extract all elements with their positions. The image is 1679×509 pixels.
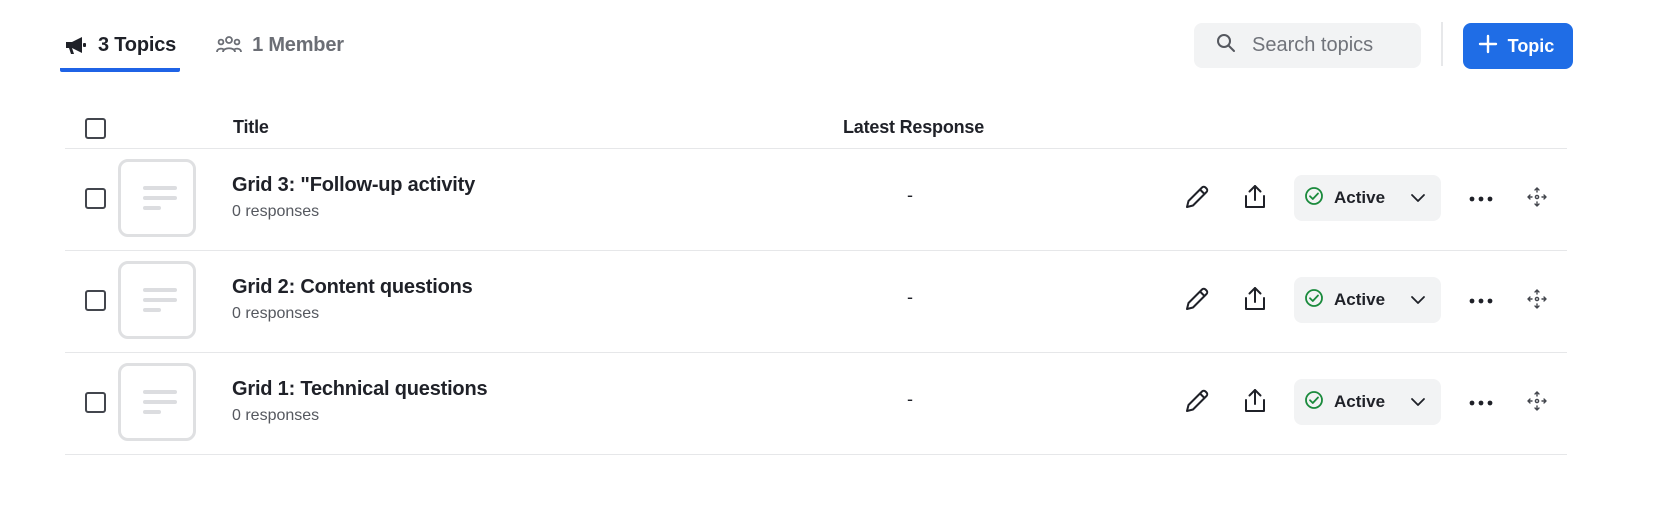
topic-thumbnail xyxy=(118,363,196,441)
tab-members[interactable]: 1 Member xyxy=(212,22,348,68)
more-options-button[interactable] xyxy=(1465,285,1497,317)
response-count: 0 responses xyxy=(232,305,320,322)
share-icon xyxy=(1241,285,1269,318)
chevron-down-icon xyxy=(1409,291,1427,314)
megaphone-icon xyxy=(64,35,88,55)
topic-title[interactable]: Grid 3: "Follow-up activity xyxy=(232,174,475,197)
pencil-icon xyxy=(1183,285,1211,318)
tab-topics[interactable]: 3 Topics xyxy=(60,22,181,72)
edit-button[interactable] xyxy=(1181,387,1213,419)
plus-icon xyxy=(1478,34,1498,59)
table-row[interactable]: Grid 3: "Follow-up activity 0 responses … xyxy=(65,149,1567,251)
status-label: Active xyxy=(1334,290,1386,309)
share-button[interactable] xyxy=(1239,387,1271,419)
check-circle-icon xyxy=(1304,186,1324,211)
tab-topics-label: 3 Topics xyxy=(98,33,177,56)
move-icon xyxy=(1527,186,1547,212)
latest-response: - xyxy=(907,287,913,307)
search-input[interactable] xyxy=(1250,33,1414,58)
ellipsis-icon xyxy=(1469,292,1493,310)
response-count: 0 responses xyxy=(232,203,320,220)
move-icon xyxy=(1527,390,1547,416)
ellipsis-icon xyxy=(1469,394,1493,412)
topic-tabs: 3 Topics 1 Member xyxy=(60,22,348,72)
drag-handle[interactable] xyxy=(1521,387,1553,419)
add-topic-label: Topic xyxy=(1507,35,1555,56)
topic-thumbnail xyxy=(118,261,196,339)
latest-response: - xyxy=(907,389,913,409)
table-header: Title Latest Response xyxy=(65,110,1567,149)
status-dropdown[interactable]: Active xyxy=(1294,175,1441,221)
move-icon xyxy=(1527,288,1547,314)
row-checkbox[interactable] xyxy=(85,392,106,413)
row-checkbox[interactable] xyxy=(85,290,106,311)
add-topic-button[interactable]: Topic xyxy=(1463,23,1573,69)
row-checkbox[interactable] xyxy=(85,188,106,209)
ellipsis-icon xyxy=(1469,190,1493,208)
check-circle-icon xyxy=(1304,288,1324,313)
edit-button[interactable] xyxy=(1181,285,1213,317)
toolbar-divider xyxy=(1441,22,1443,66)
share-icon xyxy=(1241,387,1269,420)
topic-title[interactable]: Grid 2: Content questions xyxy=(232,276,473,299)
edit-button[interactable] xyxy=(1181,183,1213,215)
more-options-button[interactable] xyxy=(1465,183,1497,215)
chevron-down-icon xyxy=(1409,393,1427,416)
tab-members-label: 1 Member xyxy=(252,33,344,56)
topic-title[interactable]: Grid 1: Technical questions xyxy=(232,378,488,401)
status-label: Active xyxy=(1334,188,1386,207)
table-row[interactable]: Grid 2: Content questions 0 responses - xyxy=(65,251,1567,353)
drag-handle[interactable] xyxy=(1521,183,1553,215)
pencil-icon xyxy=(1183,183,1211,216)
table-row[interactable]: Grid 1: Technical questions 0 responses … xyxy=(65,353,1567,455)
drag-handle[interactable] xyxy=(1521,285,1553,317)
select-all-checkbox[interactable] xyxy=(85,118,106,139)
status-dropdown[interactable]: Active xyxy=(1294,379,1441,425)
latest-response: - xyxy=(907,185,913,205)
check-circle-icon xyxy=(1304,390,1324,415)
status-dropdown[interactable]: Active xyxy=(1294,277,1441,323)
chevron-down-icon xyxy=(1409,189,1427,212)
share-button[interactable] xyxy=(1239,285,1271,317)
column-header-title: Title xyxy=(233,117,269,137)
pencil-icon xyxy=(1183,387,1211,420)
column-header-latest-response: Latest Response xyxy=(843,117,985,137)
more-options-button[interactable] xyxy=(1465,387,1497,419)
status-label: Active xyxy=(1334,392,1386,411)
topics-table: Title Latest Response Grid 3: "Follow-up… xyxy=(65,110,1567,455)
share-icon xyxy=(1241,183,1269,216)
people-icon xyxy=(216,35,242,55)
search-icon xyxy=(1216,33,1236,58)
search-box[interactable] xyxy=(1194,23,1421,68)
response-count: 0 responses xyxy=(232,407,320,424)
topic-thumbnail xyxy=(118,159,196,237)
share-button[interactable] xyxy=(1239,183,1271,215)
